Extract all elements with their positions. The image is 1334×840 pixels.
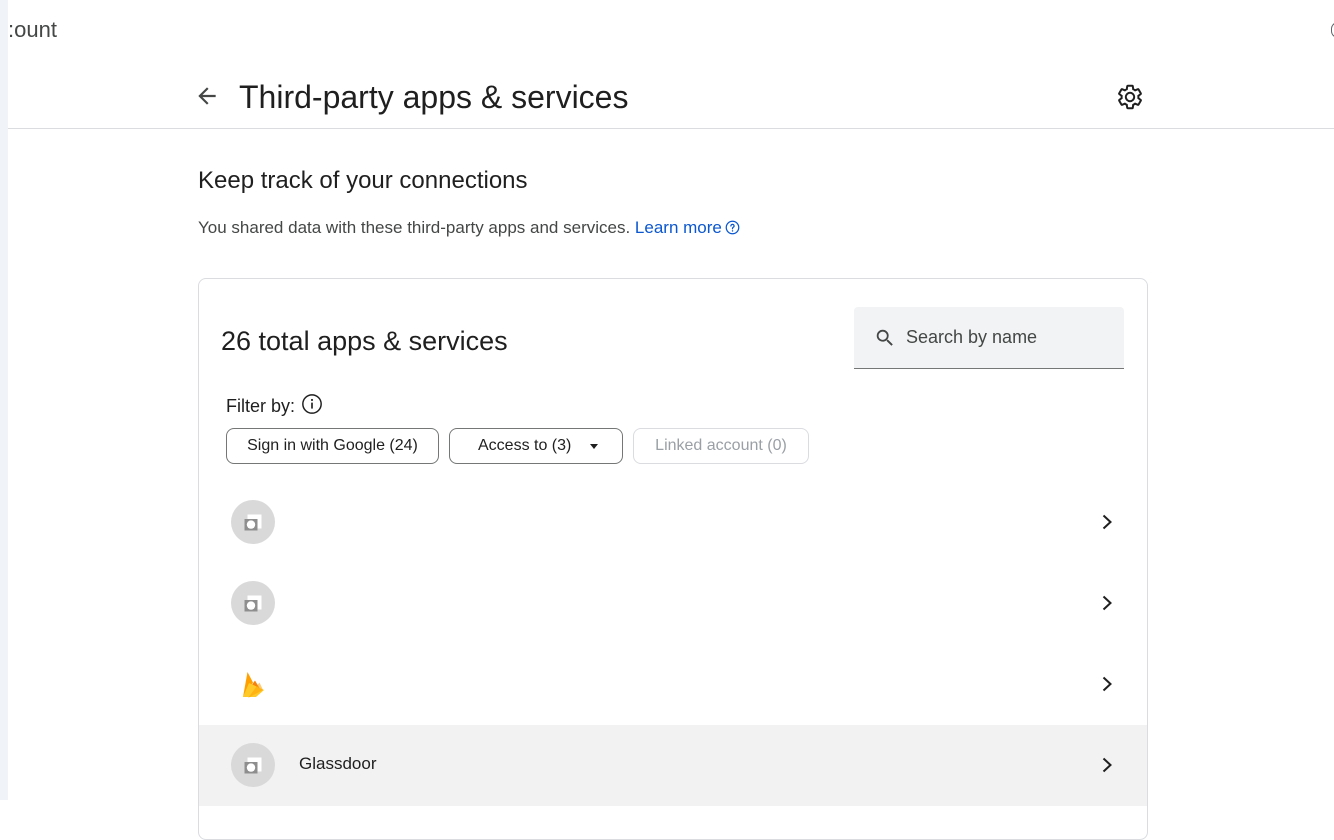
app-row[interactable] <box>199 644 1147 725</box>
access-chip-label: Access to (3) <box>478 437 572 454</box>
section-description: You shared data with these third-party a… <box>198 217 740 239</box>
apps-card: 26 total apps & services Filter by: Sign… <box>198 278 1148 840</box>
search-box[interactable] <box>854 307 1124 369</box>
page-header: Third-party apps & services <box>8 60 1334 129</box>
generic-app-icon <box>231 581 275 625</box>
app-row-glassdoor[interactable]: Glassdoor <box>199 725 1147 806</box>
generic-app-icon <box>231 500 275 544</box>
filter-label-text: Filter by: <box>226 396 296 416</box>
learn-more-label[interactable]: Learn more <box>635 218 722 237</box>
apps-count-title: 26 total apps & services <box>221 326 508 356</box>
chevron-right-icon <box>1102 676 1112 692</box>
back-button[interactable] <box>194 83 220 109</box>
info-icon[interactable] <box>301 393 323 415</box>
description-text: You shared data with these third-party a… <box>198 218 631 237</box>
search-icon <box>876 329 893 346</box>
page-title: Third-party apps & services <box>239 79 629 115</box>
learn-more-link[interactable]: Learn more <box>635 218 740 237</box>
search-input[interactable] <box>906 323 1106 351</box>
filter-chip-sign-in-with-google[interactable]: Sign in with Google (24) <box>226 428 439 464</box>
account-label-partial: :ount <box>8 17 57 42</box>
app-row[interactable] <box>199 563 1147 644</box>
arrow-left-icon <box>198 87 216 105</box>
section-title: Keep track of your connections <box>198 167 528 194</box>
generic-app-icon <box>231 743 275 787</box>
filter-chip-linked-account: Linked account (0) <box>633 428 809 464</box>
chevron-right-icon <box>1102 595 1112 611</box>
gear-icon <box>1118 84 1142 110</box>
app-row[interactable] <box>199 482 1147 563</box>
settings-button[interactable] <box>1116 83 1144 111</box>
help-circle-icon[interactable] <box>725 220 740 235</box>
filter-by-label: Filter by: <box>226 393 323 418</box>
filter-chip-access-to[interactable]: Access to (3) <box>449 428 623 464</box>
chevron-right-icon <box>1102 514 1112 530</box>
dropdown-caret-icon <box>590 444 598 449</box>
chevron-right-icon <box>1102 757 1112 773</box>
firebase-icon <box>243 672 264 698</box>
app-name: Glassdoor <box>299 754 377 773</box>
apps-list: Glassdoor <box>199 482 1147 806</box>
left-panel-edge <box>0 0 8 800</box>
